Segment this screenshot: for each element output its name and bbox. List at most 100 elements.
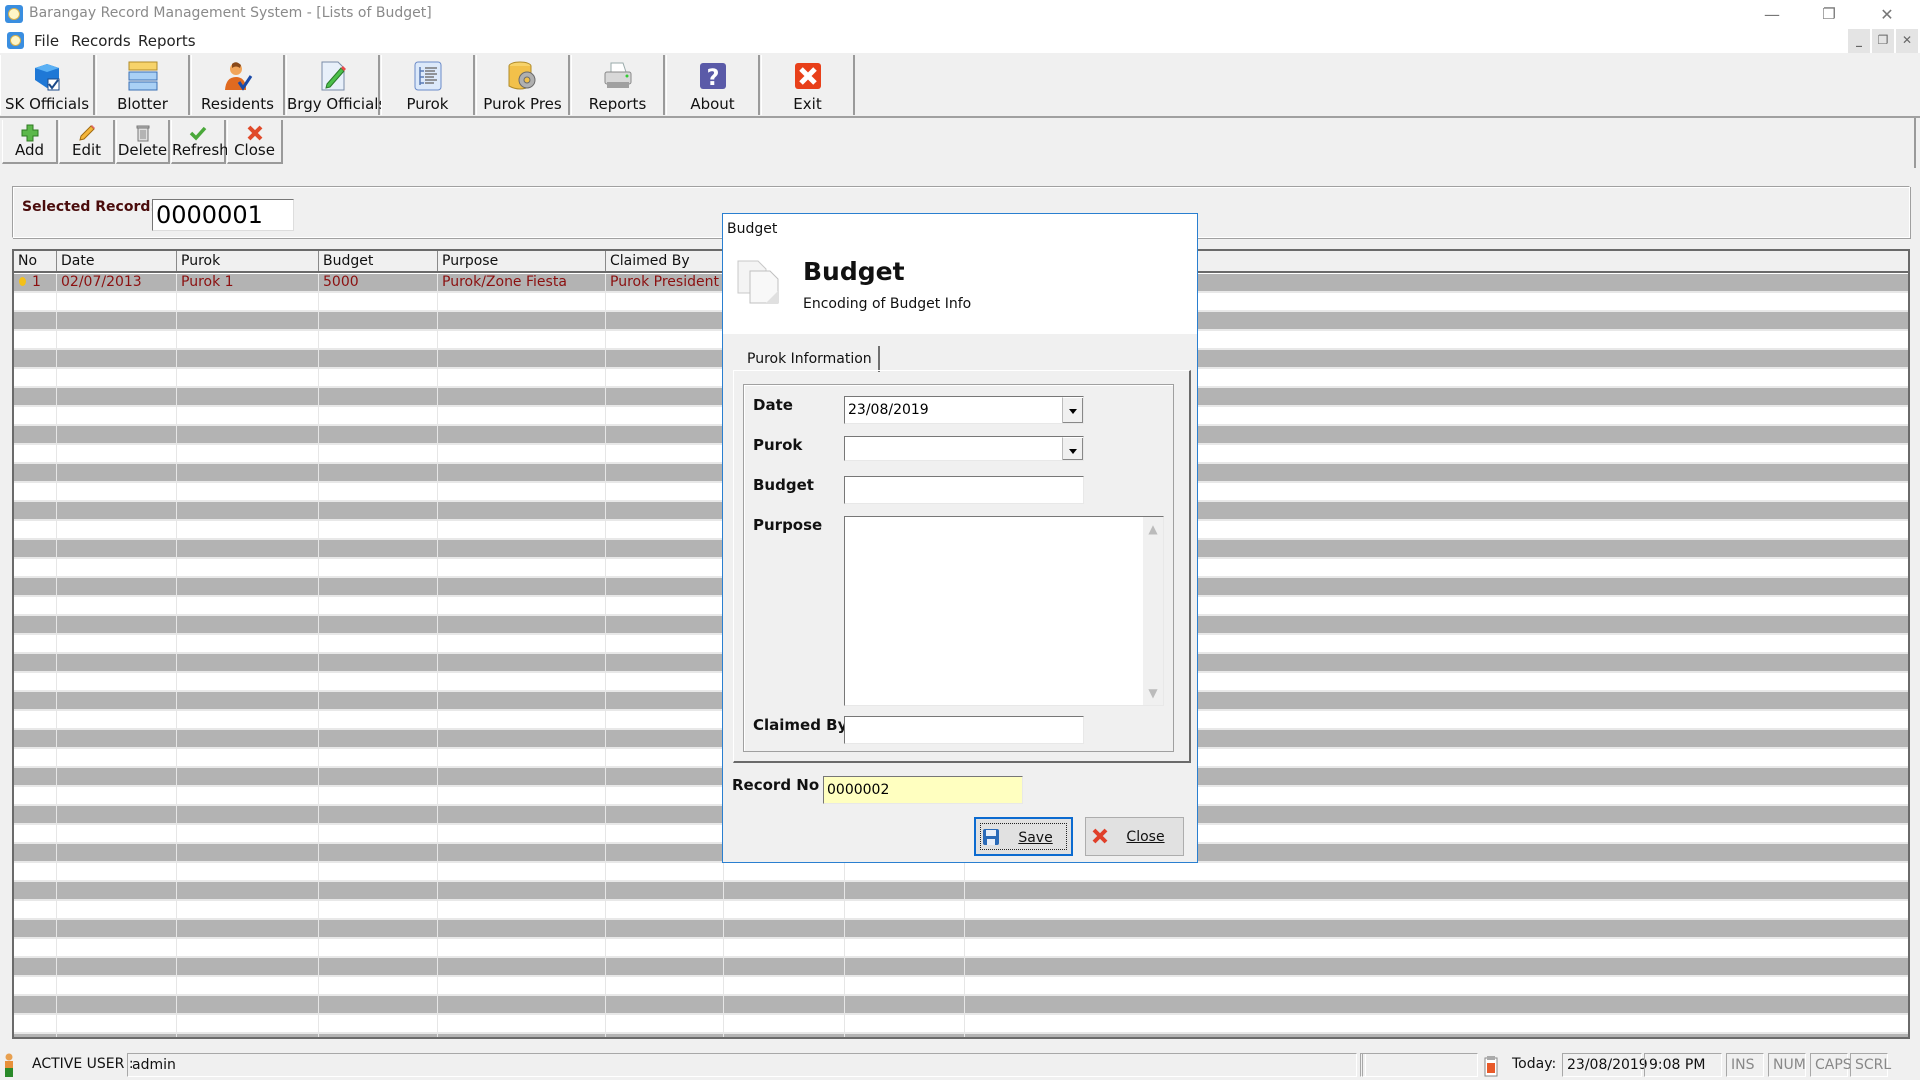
- delete-button[interactable]: Delete: [116, 120, 170, 164]
- num-indicator: NUM: [1768, 1053, 1806, 1077]
- edit-button[interactable]: Edit: [59, 120, 115, 164]
- status-date: 23/08/2019: [1562, 1053, 1648, 1077]
- restore-button[interactable]: ❐: [1806, 0, 1852, 29]
- claimed-by-input[interactable]: [844, 716, 1084, 744]
- toolbar-sk-officials-button[interactable]: SK Officials: [0, 55, 95, 115]
- budget-input[interactable]: [844, 476, 1084, 504]
- dialog-subtitle: Encoding of Budget Info: [803, 296, 972, 312]
- budget-label: Budget: [753, 476, 814, 494]
- title-bar: Barangay Record Management System - [Lis…: [0, 0, 1920, 29]
- toolbar-button-label: SK Officials: [4, 95, 90, 113]
- date-label: Date: [753, 396, 793, 414]
- toolbar-reports-button[interactable]: Reports: [571, 55, 665, 115]
- add-button-label: Add: [14, 141, 45, 159]
- purpose-textarea[interactable]: ▲ ▼: [844, 516, 1164, 706]
- toolbar-residents-button[interactable]: Residents: [191, 55, 285, 115]
- printer-icon: [604, 62, 631, 88]
- purok-label: Purok: [753, 436, 803, 454]
- cell-claimed-by: Purok President: [610, 274, 719, 290]
- purpose-scrollbar[interactable]: ▲ ▼: [1143, 517, 1163, 705]
- scroll-down-icon[interactable]: ▼: [1143, 683, 1163, 703]
- active-user-value: admin: [127, 1053, 1357, 1077]
- date-value: 23/08/2019: [848, 402, 929, 418]
- grid-column-divider: [437, 274, 438, 1037]
- cell-purpose: Purok/Zone Fiesta: [442, 274, 567, 290]
- menu-reports[interactable]: Reports: [138, 32, 196, 50]
- toolbar-button-label: Brgy Officials: [287, 95, 387, 113]
- cell-no: 1: [32, 274, 41, 290]
- toolbar-button-label: Residents: [201, 95, 274, 113]
- today-label: Today:: [1512, 1056, 1557, 1072]
- menu-file[interactable]: File: [34, 32, 59, 50]
- dialog-title: Budget: [803, 257, 905, 286]
- tab-purok-information[interactable]: Purok Information: [741, 346, 880, 372]
- selected-record-label: Selected Record:: [22, 199, 156, 215]
- purpose-label: Purpose: [753, 516, 823, 534]
- date-picker[interactable]: 23/08/2019: [844, 396, 1084, 424]
- shield-check-icon: [35, 64, 60, 91]
- check-icon: [189, 126, 207, 141]
- user-icon: [5, 1053, 13, 1077]
- floppy-disk-icon: [983, 829, 999, 845]
- add-button[interactable]: Add: [2, 120, 58, 164]
- status-bar: ACTIVE USER : admin Today: 23/08/2019 9:…: [0, 1050, 1920, 1080]
- mdi-close-button[interactable]: ✕: [1896, 29, 1918, 53]
- budget-dialog: Budget Budget Encoding of Budget Info Pu…: [722, 213, 1198, 863]
- purok-dropdown-button[interactable]: [1062, 437, 1083, 460]
- pencil-icon: [78, 125, 95, 141]
- column-header-budget[interactable]: Budget: [319, 251, 438, 271]
- minimize-button[interactable]: —: [1749, 0, 1795, 29]
- toolbar-button-label: Exit: [793, 95, 822, 113]
- tree-list-icon: [414, 61, 441, 91]
- window-title: Barangay Record Management System - [Lis…: [29, 5, 432, 21]
- save-button-label: Save: [1018, 830, 1053, 846]
- record-no-field[interactable]: 0000002: [823, 776, 1023, 804]
- column-header-purok[interactable]: Purok: [177, 251, 319, 271]
- menu-bar: File Records Reports: [0, 29, 1920, 53]
- close-x-icon: [1092, 828, 1108, 844]
- save-button[interactable]: Save: [974, 817, 1073, 856]
- toolbar-brgy-officials-button[interactable]: Brgy Officials: [286, 55, 387, 115]
- ins-indicator: INS: [1726, 1053, 1764, 1077]
- refresh-button[interactable]: Refresh: [171, 120, 229, 164]
- purok-select[interactable]: [844, 436, 1084, 461]
- delete-button-label: Delete: [117, 141, 168, 159]
- mdi-child-clock-icon[interactable]: [7, 32, 24, 49]
- toolbar-exit-button[interactable]: Exit: [761, 55, 855, 115]
- column-header-claimed-by[interactable]: Claimed By: [606, 251, 724, 271]
- column-header-purpose[interactable]: Purpose: [438, 251, 606, 271]
- column-header-no[interactable]: No: [14, 251, 57, 271]
- toolbar-button-label: About: [690, 95, 735, 113]
- close-x-icon: [247, 125, 262, 141]
- close-button[interactable]: Close: [227, 120, 283, 164]
- edit-button-label: Edit: [71, 141, 102, 159]
- documents-icon: [737, 260, 779, 304]
- svg-text:?: ?: [706, 66, 719, 91]
- toolbar-purok-pres-button[interactable]: Purok Pres: [476, 55, 570, 115]
- grid-column-divider: [56, 274, 57, 1037]
- close-dialog-button[interactable]: Close: [1085, 817, 1184, 856]
- selected-record-field[interactable]: 0000001: [152, 199, 294, 231]
- toolbar-button-label: Blotter: [117, 95, 168, 113]
- claimed-by-label: Claimed By: [753, 716, 848, 734]
- mdi-restore-button[interactable]: ❐: [1872, 29, 1894, 53]
- toolbar-button-label: Purok Pres: [483, 95, 562, 113]
- toolbar-blotter-button[interactable]: Blotter: [96, 55, 190, 115]
- close-window-button[interactable]: ✕: [1864, 0, 1910, 29]
- mdi-minimize-button[interactable]: _: [1848, 29, 1870, 53]
- main-toolbar: SK Officials Blotter Residents Brgy Offi…: [0, 53, 1920, 118]
- toolbar-purok-button[interactable]: Purok: [381, 55, 475, 115]
- scrl-indicator: SCRL: [1850, 1053, 1891, 1077]
- grid-column-divider: [176, 274, 177, 1037]
- menu-records[interactable]: Records: [71, 32, 131, 50]
- column-header-date[interactable]: Date: [57, 251, 177, 271]
- toolbar-about-button[interactable]: ? About: [666, 55, 760, 115]
- status-panel-empty: [1362, 1053, 1478, 1077]
- active-user-label: ACTIVE USER :: [32, 1056, 134, 1072]
- date-dropdown-button[interactable]: [1062, 397, 1083, 423]
- scroll-up-icon[interactable]: ▲: [1143, 519, 1163, 539]
- person-check-icon: [224, 62, 252, 91]
- status-time: 9:08 PM: [1644, 1053, 1722, 1077]
- cell-date: 02/07/2013: [61, 274, 142, 290]
- close-button-label: Close: [234, 141, 275, 159]
